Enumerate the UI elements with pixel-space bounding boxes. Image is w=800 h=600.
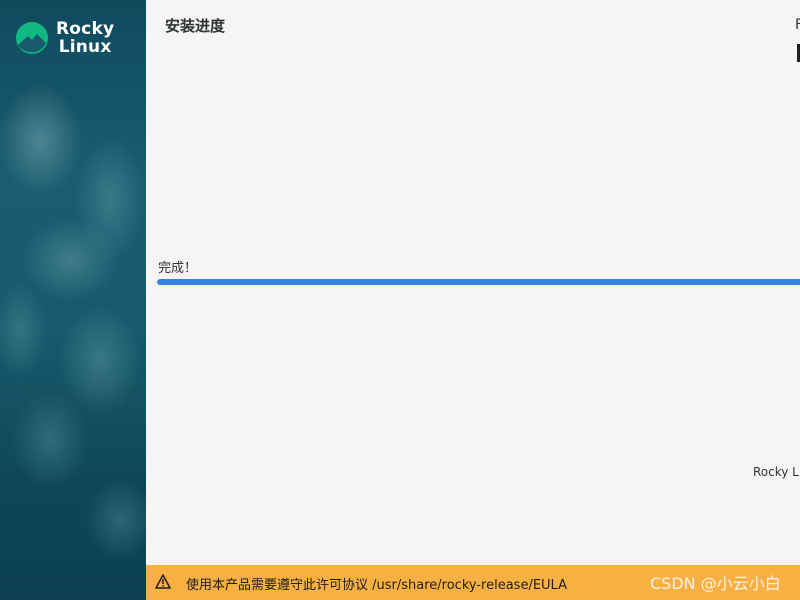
logo-line-2: Linux [58,37,112,57]
eula-warning-text: 使用本产品需要遵守此许可协议 /usr/share/rocky-release/… [186,578,567,593]
page-title: 安装进度 [165,17,226,35]
progress-bar [157,279,800,285]
logo-wordmark: Rocky Linux [56,20,114,56]
warning-icon [155,574,171,589]
installer-window: Rocky Linux 安装进度 F 完成！ Rocky Li 使用本产品需要遵… [0,0,800,600]
rocky-logo-icon [16,22,48,54]
release-label: Rocky Li [753,465,800,479]
sidebar: Rocky Linux [0,0,146,600]
rocky-linux-logo: Rocky Linux [15,20,114,56]
watermark: CSDN @小云小白 [650,574,781,593]
logo-line-1: Rocky [56,19,115,39]
progress-status: 完成！ [158,261,198,276]
header-right-label: F [795,17,800,33]
progress-bar-fill [157,279,800,285]
